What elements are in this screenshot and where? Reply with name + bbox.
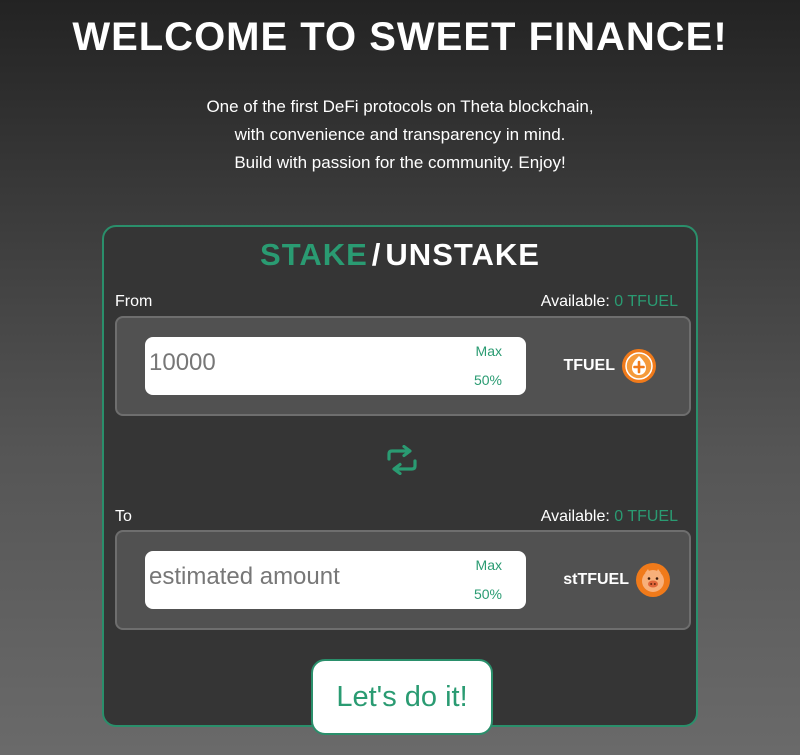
to-available: Available: 0 TFUEL bbox=[541, 507, 678, 527]
to-amount-input[interactable] bbox=[149, 559, 449, 595]
from-amount-wrap: Max 50% bbox=[145, 337, 526, 395]
swap-arrows-icon[interactable] bbox=[385, 445, 419, 475]
to-max-button[interactable]: Max bbox=[476, 557, 502, 573]
from-token: TFUEL bbox=[563, 346, 657, 386]
from-available-label: Available: bbox=[540, 293, 610, 310]
to-box: Max 50% stTFUEL bbox=[115, 530, 691, 630]
submit-button[interactable]: Let's do it! bbox=[311, 659, 493, 735]
sttfuel-piggy-icon bbox=[636, 563, 670, 597]
tab-unstake[interactable]: UNSTAKE bbox=[385, 237, 540, 272]
tab-separator: / bbox=[371, 237, 382, 272]
page-title: WELCOME TO SWEET FINANCE! bbox=[72, 15, 728, 59]
from-box: Max 50% TFUEL bbox=[115, 316, 691, 416]
mode-toggle: STAKE / UNSTAKE bbox=[104, 235, 696, 275]
from-50-percent-button[interactable]: 50% bbox=[474, 372, 502, 388]
from-available-value: 0 TFUEL bbox=[614, 293, 678, 310]
intro-line: One of the first DeFi protocols on Theta… bbox=[206, 97, 594, 116]
intro-text: One of the first DeFi protocols on Theta… bbox=[0, 93, 800, 177]
from-available: Available: 0 TFUEL bbox=[541, 292, 678, 312]
to-label: To bbox=[115, 508, 132, 525]
from-max-button[interactable]: Max bbox=[476, 343, 502, 359]
to-token: stTFUEL bbox=[563, 560, 671, 600]
from-token-name: TFUEL bbox=[563, 357, 615, 374]
stake-card: STAKE/UNSTAKE From Available: 0 TFUEL Ma… bbox=[102, 225, 698, 735]
to-available-value: 0 TFUEL bbox=[614, 508, 678, 525]
to-50-percent-button[interactable]: 50% bbox=[474, 586, 502, 602]
from-amount-input[interactable] bbox=[149, 345, 449, 381]
tab-stake[interactable]: STAKE bbox=[260, 237, 368, 272]
tfuel-coin-icon bbox=[622, 349, 656, 383]
to-token-name: stTFUEL bbox=[563, 571, 629, 588]
from-label: From bbox=[115, 293, 153, 310]
intro-line: with convenience and transparency in min… bbox=[234, 125, 566, 144]
to-amount-wrap: Max 50% bbox=[145, 551, 526, 609]
to-available-label: Available: bbox=[540, 508, 610, 525]
intro-line: Build with passion for the community. En… bbox=[234, 153, 566, 172]
